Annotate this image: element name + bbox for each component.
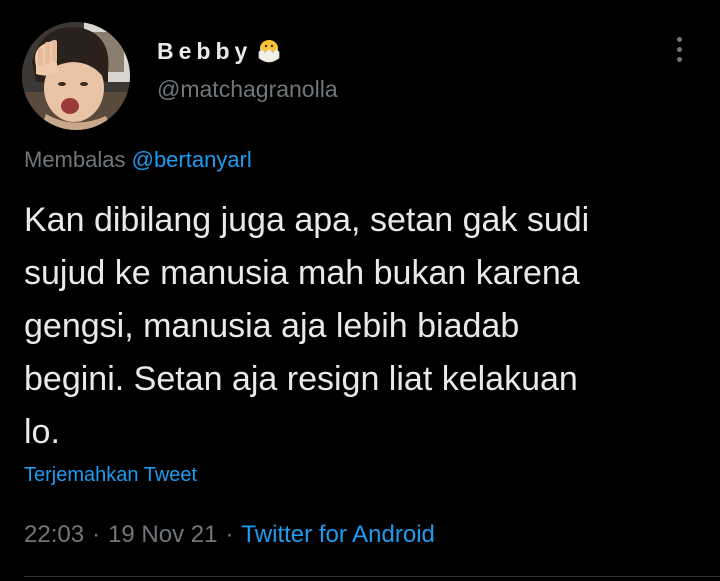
tweet-source-link[interactable]: Twitter for Android <box>241 521 434 549</box>
tweet-date[interactable]: 19 Nov 21 <box>108 521 217 549</box>
replying-to-label: Membalas <box>24 147 126 172</box>
separator-2: · <box>225 521 234 548</box>
more-vertical-icon-dot-2 <box>676 46 682 52</box>
separator: · <box>92 521 101 548</box>
replying-to: Membalas @bertanyarl <box>24 147 252 173</box>
tweet-metadata: 22:03 · 19 Nov 21 · Twitter for Android <box>24 521 435 549</box>
reply-mention-link[interactable]: @bertanyarl <box>132 147 252 172</box>
more-vertical-icon <box>676 36 682 42</box>
hatching-chick-icon <box>254 36 284 66</box>
translate-tweet-link[interactable]: Terjemahkan Tweet <box>24 464 197 487</box>
avatar[interactable] <box>22 22 130 130</box>
tweet: Bebby @matchagranolla Membalas @bertanya… <box>0 0 720 581</box>
divider <box>24 576 720 577</box>
display-name-row[interactable]: Bebby <box>157 34 284 68</box>
display-name[interactable]: Bebby <box>157 38 252 65</box>
tweet-time[interactable]: 22:03 <box>24 521 84 549</box>
tweet-text: Kan dibilang juga apa, setan gak sudi su… <box>24 201 590 451</box>
more-options-button[interactable] <box>664 32 694 66</box>
user-handle[interactable]: @matchagranolla <box>157 76 338 103</box>
more-vertical-icon-dot-3 <box>676 56 682 62</box>
